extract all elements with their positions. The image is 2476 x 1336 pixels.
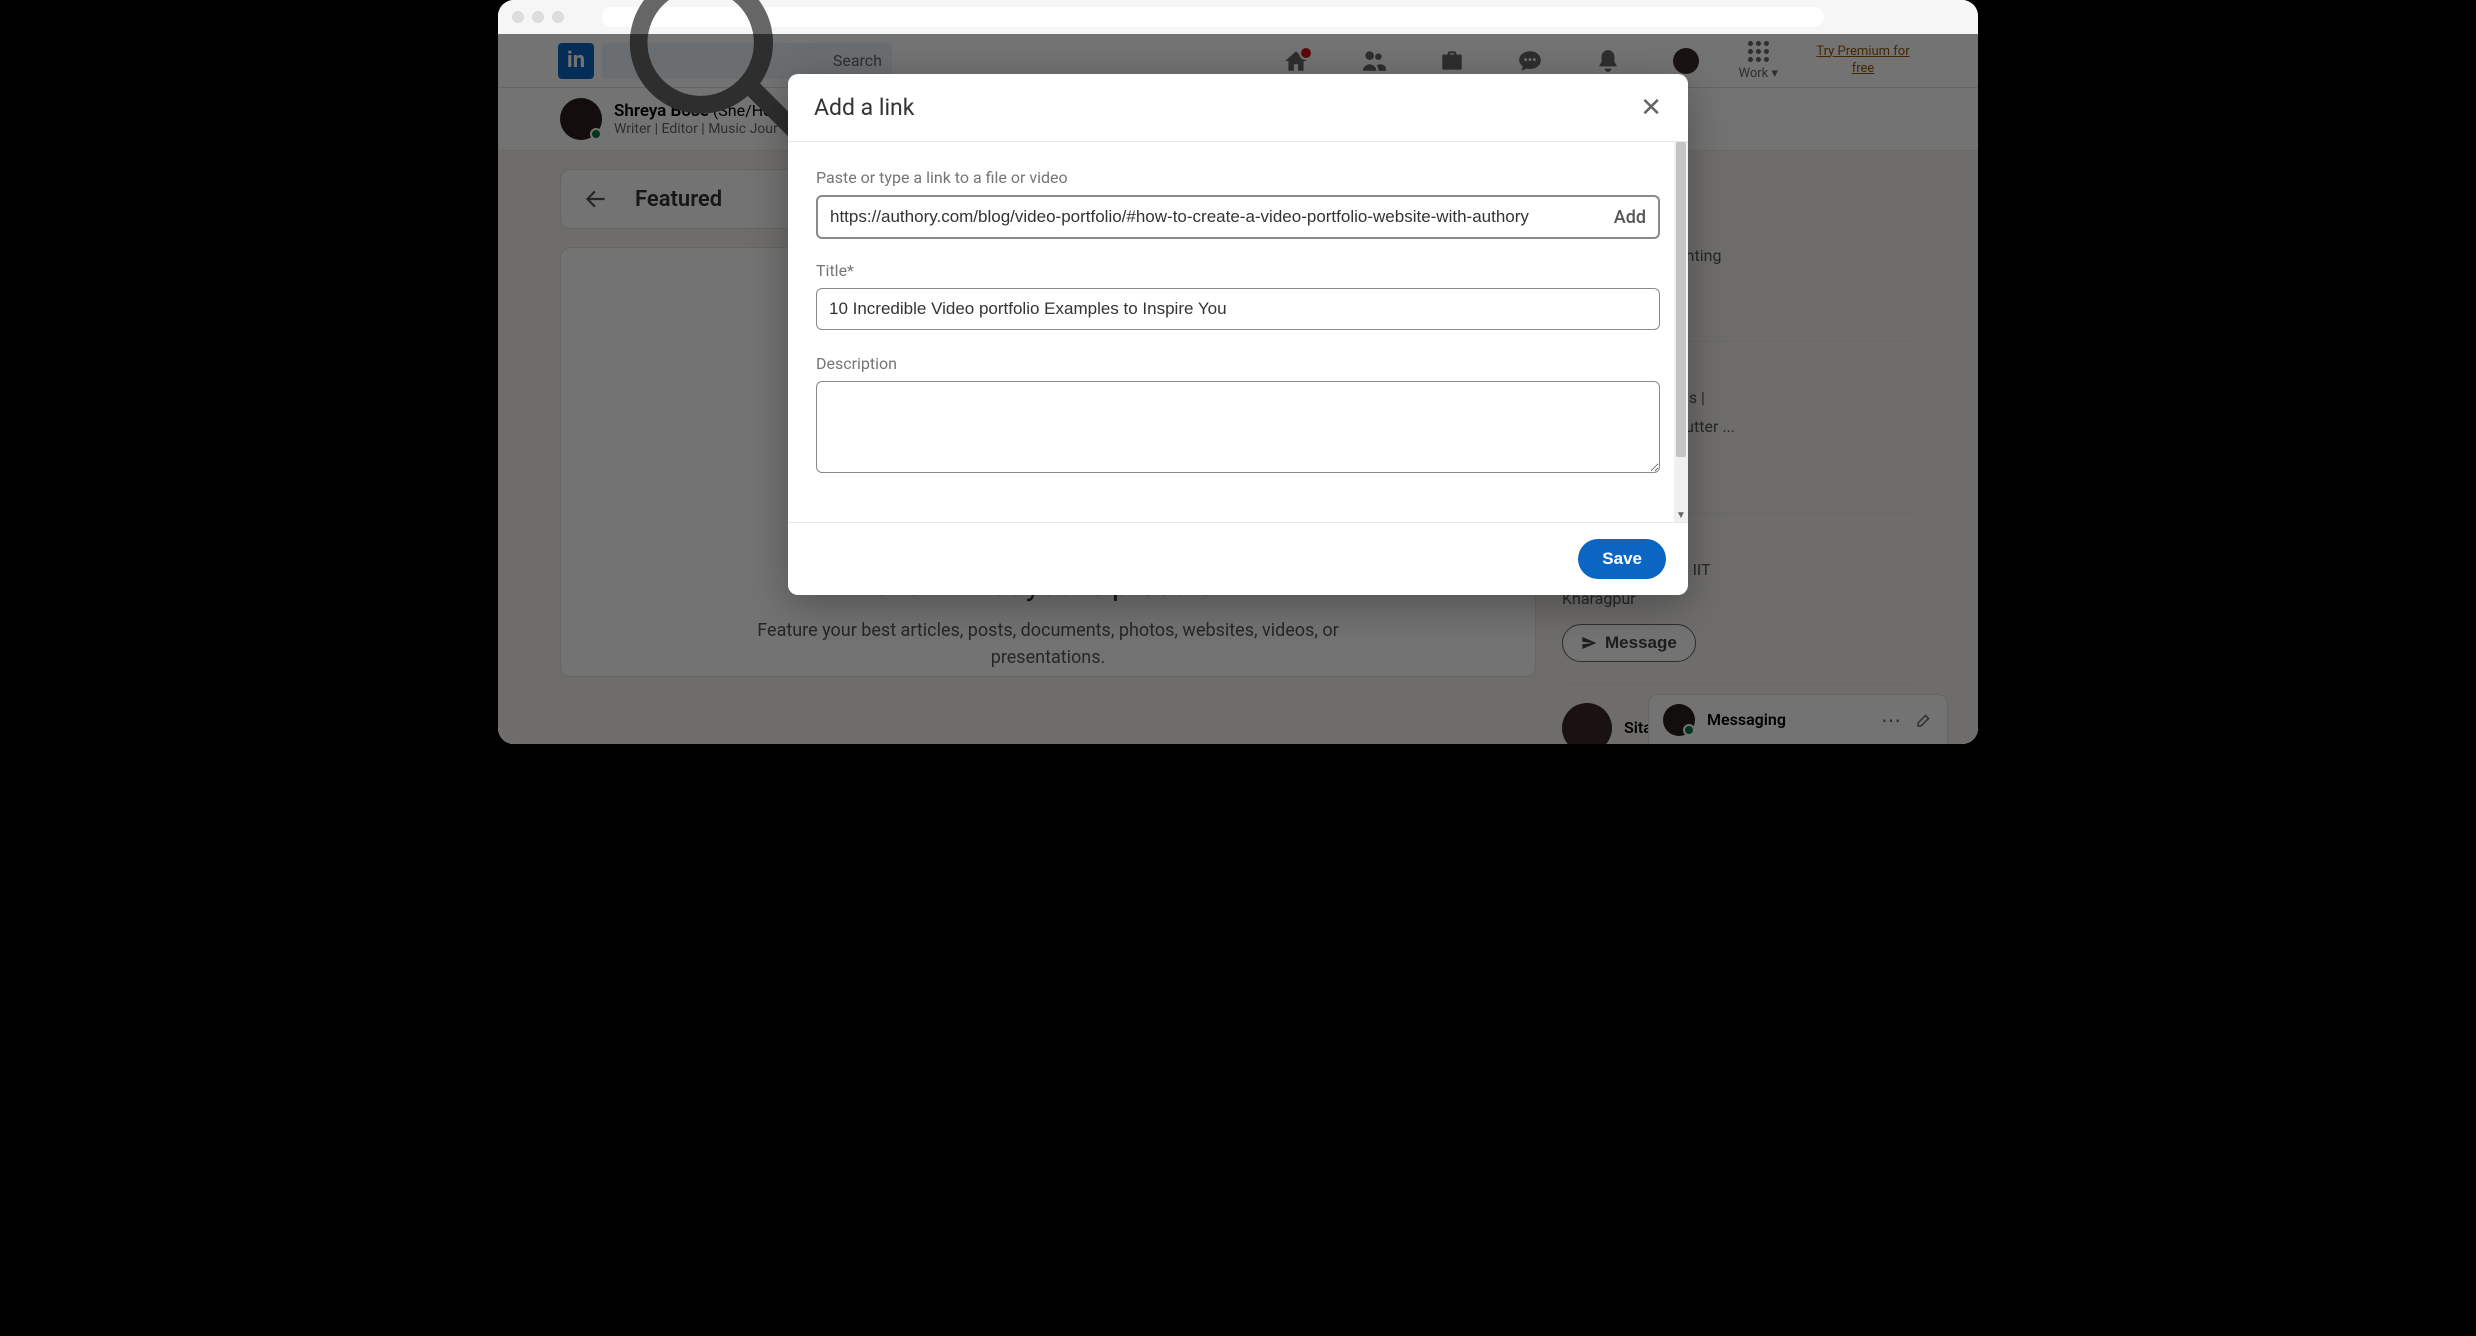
link-input-row: Add [816, 195, 1660, 239]
description-input[interactable] [816, 381, 1660, 473]
modal-title: Add a link [814, 94, 914, 121]
modal-footer: Save [788, 522, 1688, 595]
link-field-label: Paste or type a link to a file or video [816, 168, 1660, 187]
modal-header: Add a link ✕ [788, 74, 1688, 142]
traffic-light-min[interactable] [532, 11, 544, 23]
traffic-light-close[interactable] [512, 11, 524, 23]
add-button[interactable]: Add [1614, 207, 1646, 228]
description-field-label: Description [816, 354, 1660, 373]
scroll-thumb[interactable] [1676, 142, 1686, 457]
link-input[interactable] [830, 207, 1604, 227]
app-area: in Search [498, 34, 1978, 744]
add-link-modal: Add a link ✕ Paste or type a link to a f… [788, 74, 1688, 595]
modal-scrollbar[interactable]: ▲ ▼ [1674, 142, 1688, 522]
save-button[interactable]: Save [1578, 539, 1666, 579]
title-field-label: Title* [816, 261, 1660, 280]
close-icon[interactable]: ✕ [1640, 95, 1662, 121]
scroll-down-icon[interactable]: ▼ [1674, 508, 1688, 522]
traffic-light-max[interactable] [552, 11, 564, 23]
modal-body: Paste or type a link to a file or video … [788, 142, 1688, 522]
title-input[interactable] [816, 288, 1660, 330]
browser-window: in Search [498, 0, 1978, 744]
